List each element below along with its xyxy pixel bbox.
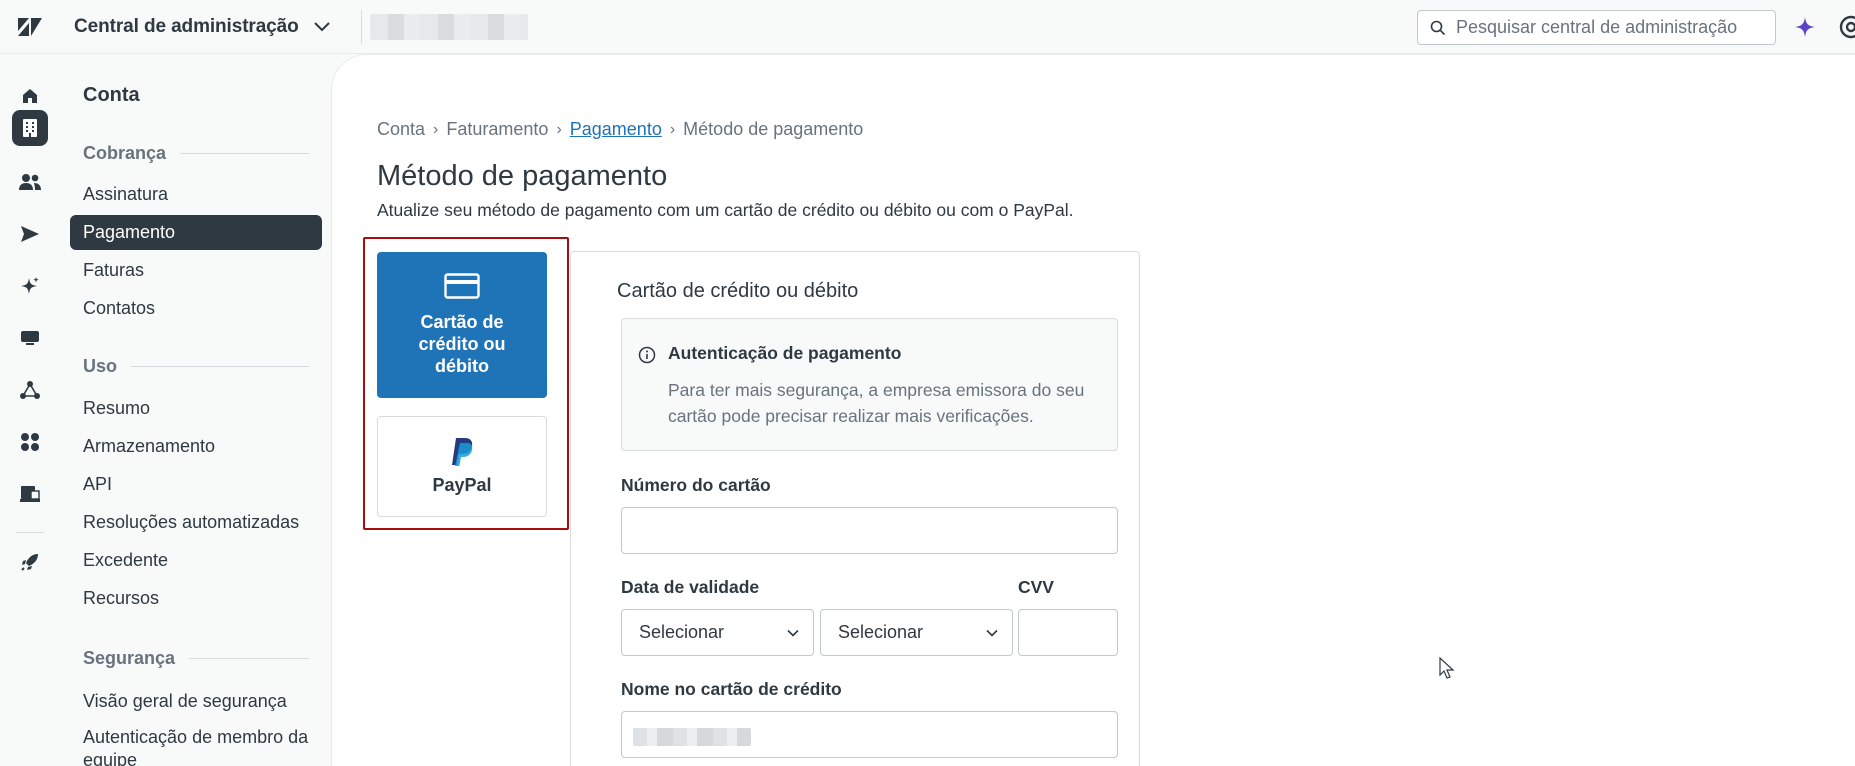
expiry-year-value: Selecionar — [838, 622, 924, 642]
paypal-method-option[interactable]: PayPal — [377, 416, 547, 517]
mouse-cursor-icon — [1439, 657, 1455, 679]
cardholder-name-input[interactable] — [621, 711, 1118, 758]
workspaces-monitor-icon[interactable] — [12, 320, 48, 356]
search-input[interactable] — [1456, 17, 1756, 38]
cvv-input[interactable] — [1018, 609, 1118, 656]
home-icon[interactable] — [12, 78, 48, 114]
marketplace-icon[interactable] — [12, 476, 48, 512]
notice-text: Para ter mais segurança, a empresa emiss… — [668, 380, 1085, 426]
breadcrumb-chevron-icon: › — [556, 120, 562, 138]
section-heading-usage: Uso — [83, 356, 309, 377]
product-switcher[interactable]: Central de administração — [60, 16, 331, 38]
app-title: Central de administração — [74, 15, 299, 37]
subnav-item-payment[interactable]: Pagamento — [70, 215, 322, 250]
cvv-label: CVV — [1018, 577, 1054, 597]
objects-rules-icon[interactable] — [12, 372, 48, 408]
people-icon[interactable] — [12, 164, 48, 200]
top-bar: Central de administração — [0, 0, 1855, 54]
account-subnav: Conta Cobrança Assinatura Pagamento Fatu… — [61, 54, 331, 766]
subnav-title: Conta — [83, 84, 140, 106]
chevron-down-icon — [787, 629, 799, 637]
subnav-item-resources[interactable]: Recursos — [70, 581, 322, 616]
subnav-item-invoices[interactable]: Faturas — [70, 253, 322, 288]
left-icon-rail — [0, 54, 61, 766]
subnav-item-team-member-auth[interactable]: Autenticação de membro da equipe — [70, 722, 322, 766]
expiry-label: Data de validade — [621, 577, 760, 597]
ai-sparkle-icon[interactable] — [12, 268, 48, 304]
ai-assistant-sparkle-icon[interactable] — [1792, 14, 1818, 40]
rail-divider — [16, 532, 44, 533]
subnav-item-overage[interactable]: Excedente — [70, 543, 322, 578]
breadcrumb: Conta › Faturamento › Pagamento › Método… — [377, 119, 863, 140]
cardholder-name-redacted — [633, 728, 751, 746]
channels-send-icon[interactable] — [12, 216, 48, 252]
search-box[interactable] — [1417, 10, 1776, 45]
breadcrumb-current: Método de pagamento — [683, 119, 864, 139]
chevron-down-icon — [313, 21, 330, 31]
search-icon — [1430, 20, 1446, 35]
subnav-item-security-overview[interactable]: Visão geral de segurança — [70, 684, 322, 719]
paypal-method-label: PayPal — [432, 475, 492, 495]
expiry-month-select[interactable]: Selecionar — [621, 609, 814, 656]
breadcrumb-billing[interactable]: Faturamento — [446, 119, 548, 140]
account-name-redacted — [369, 13, 528, 40]
zendesk-logo-icon[interactable] — [0, 0, 60, 54]
subnav-item-automated-resolutions[interactable]: Resoluções automatizadas — [70, 505, 322, 540]
cardholder-name-label: Nome no cartão de crédito — [621, 679, 842, 699]
subnav-item-contacts[interactable]: Contatos — [70, 291, 322, 326]
breadcrumb-account[interactable]: Conta — [377, 119, 425, 140]
card-number-label: Número do cartão — [621, 475, 771, 495]
card-method-label: Cartão de crédito ou débito — [418, 312, 506, 376]
payment-auth-notice: Autenticação de pagamento Para ter mais … — [621, 318, 1118, 451]
page-description: Atualize seu método de pagamento com um … — [377, 200, 1074, 220]
section-heading-billing: Cobrança — [83, 143, 309, 164]
paypal-logo-icon — [452, 438, 473, 466]
page-title: Método de pagamento — [377, 160, 668, 192]
breadcrumb-chevron-icon: › — [433, 120, 439, 138]
breadcrumb-payment-link[interactable]: Pagamento — [570, 119, 662, 140]
account-building-icon[interactable] — [12, 110, 48, 146]
expiry-month-value: Selecionar — [639, 622, 725, 642]
info-icon — [638, 346, 656, 364]
chevron-down-icon — [986, 629, 998, 637]
get-started-rocket-icon[interactable] — [12, 544, 48, 580]
help-lifebuoy-icon[interactable] — [1838, 14, 1855, 40]
notice-title: Autenticação de pagamento — [668, 343, 902, 363]
form-title: Cartão de crédito ou débito — [617, 280, 859, 302]
breadcrumb-chevron-icon: › — [669, 120, 676, 138]
topbar-divider — [360, 9, 362, 44]
main-content: Conta › Faturamento › Pagamento › Método… — [331, 54, 1855, 766]
subnav-item-summary[interactable]: Resumo — [70, 391, 322, 426]
card-method-option[interactable]: Cartão de crédito ou débito — [377, 252, 547, 398]
card-form-panel: Cartão de crédito ou débito Autenticação… — [570, 251, 1140, 766]
subnav-item-subscription[interactable]: Assinatura — [70, 177, 322, 212]
section-heading-security: Segurança — [83, 648, 309, 669]
apps-integrations-icon[interactable] — [12, 424, 48, 460]
subnav-item-api[interactable]: API — [70, 467, 322, 502]
card-number-input[interactable] — [621, 507, 1118, 554]
subnav-item-storage[interactable]: Armazenamento — [70, 429, 322, 464]
expiry-year-select[interactable]: Selecionar — [820, 609, 1013, 656]
credit-card-icon — [444, 273, 480, 299]
